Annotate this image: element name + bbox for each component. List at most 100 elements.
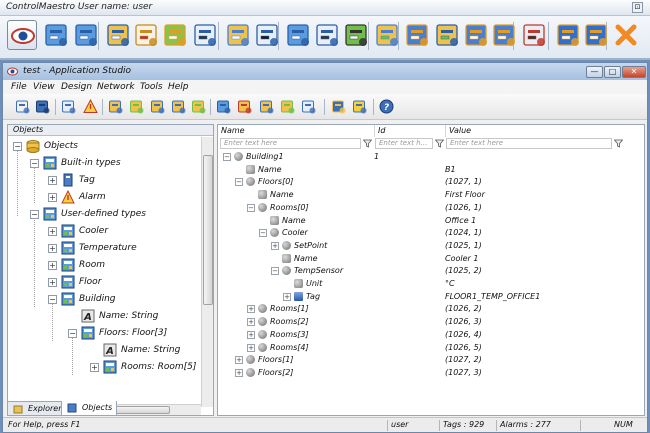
- lock-user-button[interactable]: [581, 20, 611, 50]
- tree-item[interactable]: Built-in types: [43, 155, 121, 171]
- object-icon[interactable]: [108, 99, 123, 114]
- component-button[interactable]: [372, 20, 402, 50]
- expand-icon[interactable]: +: [247, 343, 255, 352]
- settings-button[interactable]: [519, 20, 549, 50]
- network-button[interactable]: [402, 20, 432, 50]
- alarm-icon[interactable]: [83, 98, 98, 114]
- expand-icon[interactable]: +: [48, 278, 57, 287]
- tree-item[interactable]: Floor: [61, 274, 101, 290]
- object-icon[interactable]: [150, 99, 165, 114]
- grid-row[interactable]: + Rooms[3] (1026, 4): [218, 329, 644, 342]
- grid-row[interactable]: + Floors[2] (1027, 3): [218, 367, 644, 380]
- expand-icon[interactable]: +: [283, 292, 291, 301]
- grid-row[interactable]: − Rooms[0] (1026, 1): [218, 202, 644, 215]
- menu-design[interactable]: Design: [61, 82, 92, 92]
- tree-item[interactable]: Room: [61, 257, 105, 273]
- collapse-icon[interactable]: −: [235, 178, 243, 187]
- table-button[interactable]: [432, 20, 462, 50]
- collapse-icon[interactable]: −: [223, 153, 231, 161]
- collapse-icon[interactable]: −: [247, 203, 255, 212]
- eye-button[interactable]: [7, 20, 37, 50]
- filter-id-input[interactable]: Enter text h...: [375, 138, 433, 149]
- tree-item[interactable]: Rooms: Room[5]: [103, 359, 196, 375]
- tree-item[interactable]: Floors: Floor[3]: [81, 325, 167, 341]
- scroll-thumb[interactable]: [203, 155, 213, 305]
- collapse-icon[interactable]: −: [30, 159, 39, 168]
- close-button[interactable]: ✕: [622, 66, 646, 78]
- edit-icon[interactable]: [237, 99, 252, 114]
- restore-icon[interactable]: ⊡: [632, 2, 643, 13]
- server-button[interactable]: [283, 20, 313, 50]
- grid-row[interactable]: Name B1: [218, 164, 644, 177]
- tab-objects[interactable]: Objects: [61, 401, 118, 416]
- grid-row[interactable]: + Tag FLOOR1_TEMP_OFFICE1: [218, 291, 644, 304]
- minimize-button[interactable]: —: [586, 66, 603, 78]
- monitor-button[interactable]: [103, 20, 133, 50]
- tag-icon[interactable]: [331, 99, 346, 114]
- tree-item[interactable]: Temperature: [61, 240, 137, 256]
- expand-icon[interactable]: +: [90, 363, 99, 372]
- module-button[interactable]: [341, 20, 371, 50]
- expand-icon[interactable]: +: [48, 176, 57, 185]
- tab-explorer[interactable]: Explorer: [7, 401, 67, 416]
- column-header-value[interactable]: Value: [446, 125, 644, 137]
- tree-item[interactable]: A Name: String: [103, 342, 180, 358]
- list-button[interactable]: [312, 20, 342, 50]
- export-icon[interactable]: [301, 99, 316, 114]
- filter-icon[interactable]: [363, 139, 372, 148]
- alert-user-button[interactable]: [553, 20, 583, 50]
- grid-row[interactable]: + Floors[1] (1027, 2): [218, 354, 644, 367]
- expand-icon[interactable]: +: [48, 227, 57, 236]
- tree-item[interactable]: Cooler: [61, 223, 108, 239]
- report-icon[interactable]: [61, 99, 76, 114]
- grid-row[interactable]: − Floors[0] (1027, 1): [218, 176, 644, 189]
- expand-icon[interactable]: +: [235, 368, 243, 377]
- globe-icon[interactable]: [352, 99, 367, 114]
- collapse-icon[interactable]: −: [48, 295, 57, 304]
- user-button[interactable]: [461, 20, 491, 50]
- menu-view[interactable]: View: [33, 82, 55, 92]
- tree-item[interactable]: Tag: [61, 172, 95, 188]
- help-icon[interactable]: ?: [379, 99, 394, 114]
- expand-icon[interactable]: +: [247, 330, 255, 339]
- users-button[interactable]: [489, 20, 519, 50]
- report-button[interactable]: [190, 20, 220, 50]
- grid-icon[interactable]: [216, 99, 231, 114]
- expand-icon[interactable]: +: [247, 305, 255, 314]
- grid-row[interactable]: + Rooms[2] (1026, 3): [218, 316, 644, 329]
- grid-row[interactable]: + SetPoint (1025, 1): [218, 240, 644, 253]
- expand-icon[interactable]: +: [235, 356, 243, 365]
- exit-button[interactable]: [611, 20, 641, 50]
- grid-row[interactable]: Name First Floor: [218, 189, 644, 202]
- expand-icon[interactable]: +: [48, 261, 57, 270]
- tree-vertical-scrollbar[interactable]: [201, 137, 213, 407]
- grid-row[interactable]: Unit °C: [218, 278, 644, 291]
- grid-row[interactable]: + Rooms[1] (1026, 2): [218, 303, 644, 316]
- chart-icon[interactable]: [259, 99, 274, 114]
- expand-icon[interactable]: +: [48, 244, 57, 253]
- collapse-icon[interactable]: −: [68, 329, 77, 338]
- menu-network[interactable]: Network: [97, 82, 135, 92]
- chart-button[interactable]: [160, 20, 190, 50]
- grid-alt-button[interactable]: [71, 20, 101, 50]
- database-button[interactable]: [252, 20, 282, 50]
- save-icon[interactable]: [35, 99, 50, 114]
- chart-icon[interactable]: [280, 99, 295, 114]
- document-button[interactable]: [131, 20, 161, 50]
- grid-row[interactable]: Name Cooler 1: [218, 253, 644, 266]
- object-icon[interactable]: [129, 99, 144, 114]
- collapse-icon[interactable]: −: [259, 229, 267, 238]
- menu-help[interactable]: Help: [168, 82, 189, 92]
- expand-icon[interactable]: +: [247, 318, 255, 327]
- tag-add-button[interactable]: [223, 20, 253, 50]
- expand-icon[interactable]: +: [48, 193, 57, 202]
- grid-row[interactable]: Name Office 1: [218, 215, 644, 228]
- tree-item[interactable]: User-defined types: [43, 206, 146, 222]
- menu-tools[interactable]: Tools: [140, 82, 163, 92]
- filter-name-input[interactable]: Enter text here: [220, 138, 361, 149]
- object-icon[interactable]: [171, 99, 186, 114]
- new-icon[interactable]: [15, 99, 30, 114]
- collapse-icon[interactable]: −: [30, 210, 39, 219]
- column-header-id[interactable]: Id: [375, 125, 446, 137]
- grid-row[interactable]: − Cooler (1024, 1): [218, 227, 644, 240]
